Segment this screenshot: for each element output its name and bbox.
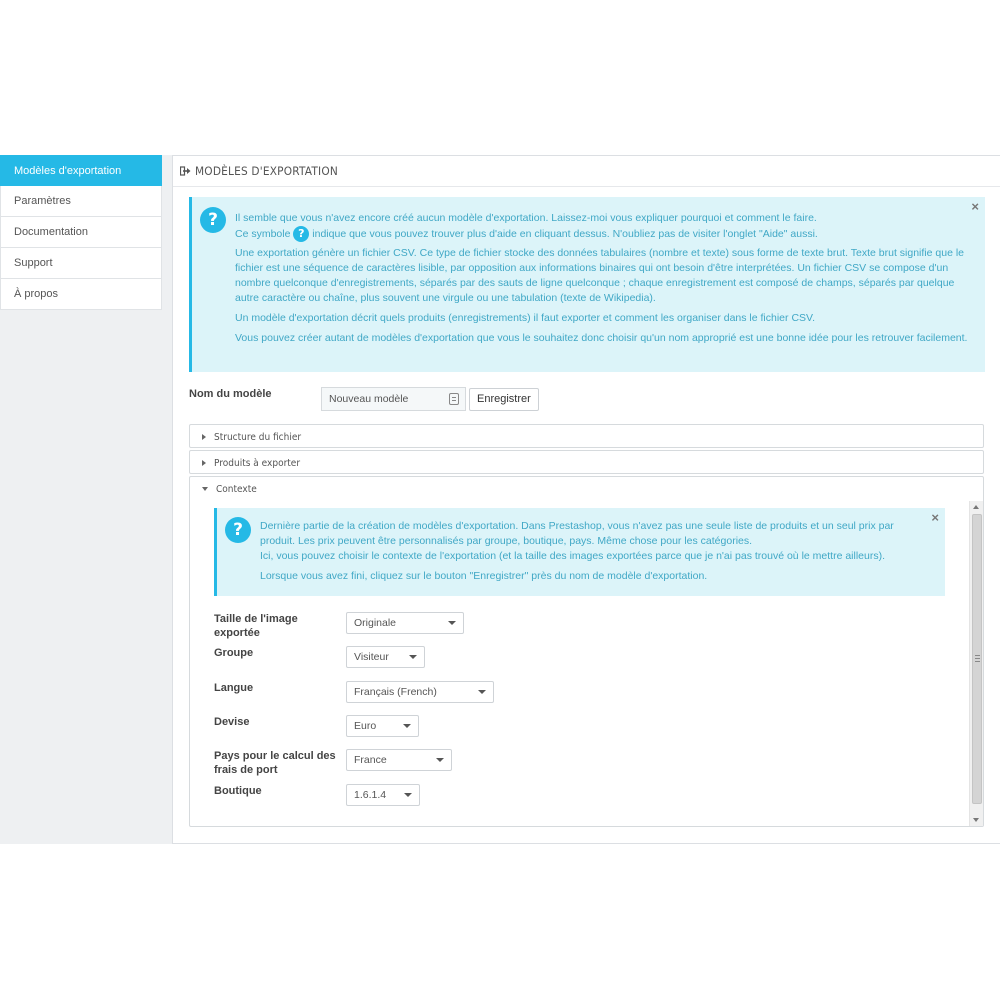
scrollbar[interactable] xyxy=(969,501,983,826)
accordion-header-products[interactable]: Produits à exporter xyxy=(190,451,983,475)
country-value: France xyxy=(354,754,387,766)
language-select[interactable]: Français (French) xyxy=(346,681,494,703)
help-question-icon[interactable]: ? xyxy=(293,226,310,242)
currency-value: Euro xyxy=(354,720,377,732)
list-icon xyxy=(449,393,459,405)
scroll-down-arrow-icon[interactable] xyxy=(973,818,979,822)
context-line-1: Dernière partie de la création de modèle… xyxy=(260,520,894,547)
shop-select[interactable]: 1.6.1.4 xyxy=(346,784,420,806)
grip-icon xyxy=(975,655,980,664)
context-info-alert: ? × Dernière partie de la création de mo… xyxy=(214,508,945,596)
accordion-products: Produits à exporter xyxy=(189,450,984,474)
close-icon[interactable]: × xyxy=(971,199,979,214)
image-size-label: Taille de l'image exportée xyxy=(214,613,298,639)
accordion-label: Produits à exporter xyxy=(214,457,301,469)
context-body: ? × Dernière partie de la création de mo… xyxy=(190,501,983,826)
intro-line-2-start: Ce symbole xyxy=(235,227,291,240)
country-select[interactable]: France xyxy=(346,749,452,771)
close-icon[interactable]: × xyxy=(931,510,939,525)
sidebar-item-about[interactable]: À propos xyxy=(0,279,162,310)
language-label: Langue xyxy=(214,682,254,694)
group-select[interactable]: Visiteur xyxy=(346,646,425,668)
chevron-down-icon xyxy=(403,724,411,728)
chevron-down-icon xyxy=(478,690,486,694)
currency-label: Devise xyxy=(214,716,250,728)
chevron-down-icon xyxy=(436,758,444,762)
page-title: MODÈLES D'EXPORTATION xyxy=(195,164,338,178)
question-icon: ? xyxy=(225,517,251,543)
sidebar-item-documentation[interactable]: Documentation xyxy=(0,217,162,248)
sign-out-icon xyxy=(180,166,191,176)
app-window: Modèles d'exportation Paramètres Documen… xyxy=(0,155,1000,844)
group-label: Groupe xyxy=(214,647,254,659)
intro-line-2-end: indique que vous pouvez trouver plus d'a… xyxy=(312,227,818,240)
intro-paragraph-model: Un modèle d'exportation décrit quels pro… xyxy=(235,312,815,324)
image-size-value: Originale xyxy=(354,617,397,629)
sidebar-item-export-models[interactable]: Modèles d'exportation xyxy=(0,155,162,186)
context-line-3: Lorsque vous avez fini, cliquez sur le b… xyxy=(260,570,708,582)
caret-down-icon xyxy=(202,487,208,491)
chevron-down-icon xyxy=(409,655,417,659)
model-name-label: Nom du modèle xyxy=(189,388,272,400)
scroll-up-arrow-icon[interactable] xyxy=(973,505,979,509)
accordion-label: Contexte xyxy=(216,483,257,495)
intro-paragraph-names: Vous pouvez créer autant de modèles d'ex… xyxy=(235,332,968,344)
accordion-label: Structure du fichier xyxy=(214,431,302,443)
currency-select[interactable]: Euro xyxy=(346,715,419,737)
intro-paragraph-csv: Une exportation génère un fichier CSV. C… xyxy=(235,247,964,304)
chevron-down-icon xyxy=(448,621,456,625)
accordion-file-structure: Structure du fichier xyxy=(189,424,984,448)
panel-heading: MODÈLES D'EXPORTATION xyxy=(173,156,1000,187)
shop-value: 1.6.1.4 xyxy=(354,789,387,801)
model-name-placeholder: Nouveau modèle xyxy=(329,393,409,405)
accordion-header-file-structure[interactable]: Structure du fichier xyxy=(190,425,983,449)
sidebar: Modèles d'exportation Paramètres Documen… xyxy=(0,155,162,310)
accordion-header-context[interactable]: Contexte xyxy=(190,477,983,501)
save-button[interactable]: Enregistrer xyxy=(469,388,539,411)
country-label: Pays pour le calcul des frais de port xyxy=(214,750,336,776)
group-value: Visiteur xyxy=(354,651,389,663)
accordion-context: Contexte ? × Dernière partie de la créat… xyxy=(189,476,984,827)
intro-line-1: Il semble que vous n'avez encore créé au… xyxy=(235,212,817,224)
chevron-down-icon xyxy=(404,793,412,797)
main-panel: MODÈLES D'EXPORTATION ? × Il semble que … xyxy=(172,155,1000,844)
scroll-thumb[interactable] xyxy=(972,514,982,804)
intro-line-2: Ce symbole ? indique que vous pouvez tro… xyxy=(235,226,973,242)
sidebar-item-support[interactable]: Support xyxy=(0,248,162,279)
question-icon: ? xyxy=(200,207,226,233)
model-name-input[interactable]: Nouveau modèle xyxy=(321,387,466,411)
language-value: Français (French) xyxy=(354,686,437,698)
image-size-select[interactable]: Originale xyxy=(346,612,464,634)
caret-right-icon xyxy=(202,460,206,466)
shop-label: Boutique xyxy=(214,785,262,797)
context-line-2: Ici, vous pouvez choisir le contexte de … xyxy=(260,550,886,562)
sidebar-item-settings[interactable]: Paramètres xyxy=(0,186,162,217)
intro-info-alert: ? × Il semble que vous n'avez encore cré… xyxy=(189,197,985,372)
caret-right-icon xyxy=(202,434,206,440)
